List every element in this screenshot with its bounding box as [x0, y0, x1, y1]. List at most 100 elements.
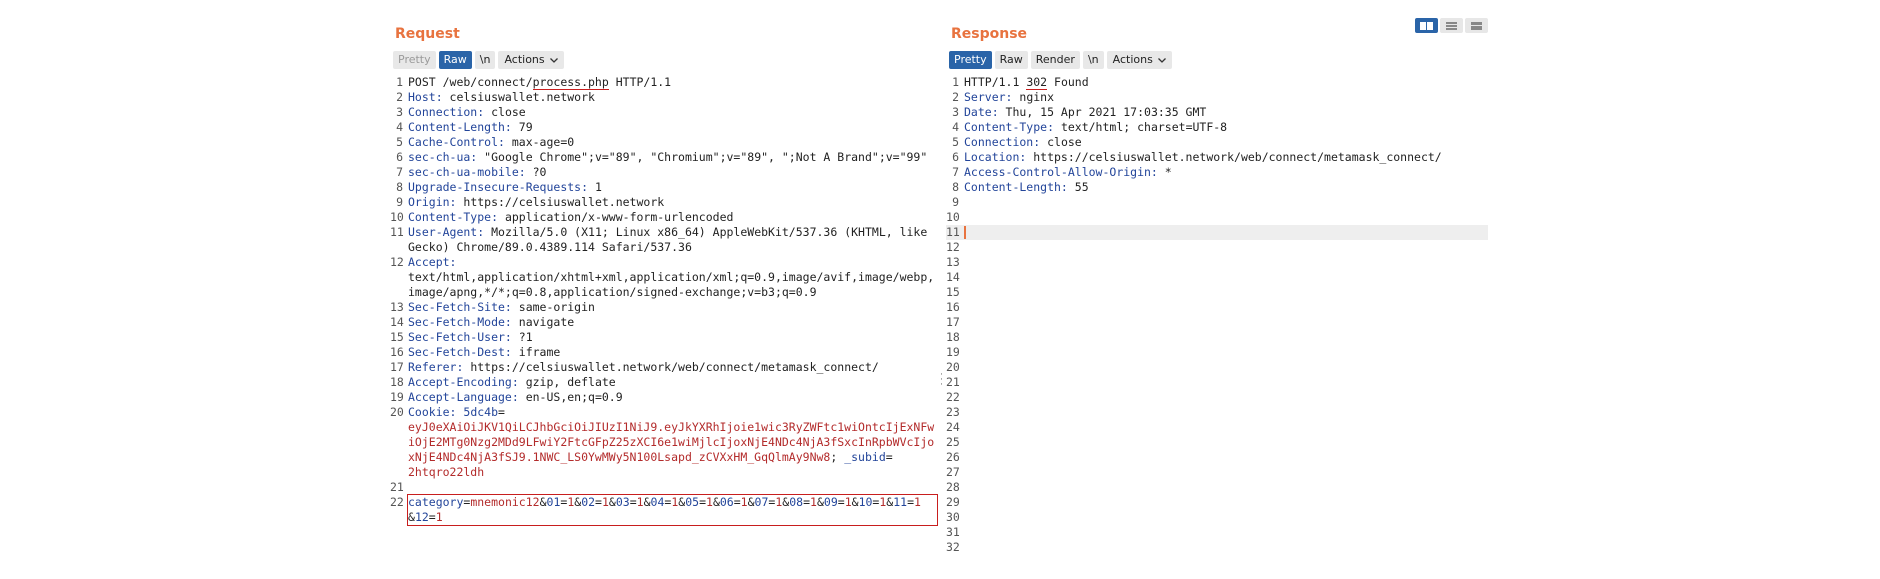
response-tab-newline[interactable]: \n [1082, 51, 1104, 69]
token: Connection: [408, 105, 485, 119]
code-line: 8 Upgrade-Insecure-Requests: 1 [390, 180, 937, 195]
code-line: 13 Sec-Fetch-Site: same-origin [390, 300, 937, 315]
code-line: 14 Sec-Fetch-Mode: navigate [390, 315, 937, 330]
code-line: 27 [946, 465, 1488, 480]
line-number: 12 [390, 255, 404, 269]
token: Accept: [408, 255, 457, 269]
code-line: 9 Origin: https://celsiuswallet.network [390, 195, 937, 210]
token: sec-ch-ua: [408, 150, 478, 164]
code-line: 6 sec-ch-ua: "Google Chrome";v="89", "Chr… [390, 150, 937, 165]
text-cursor [964, 226, 966, 239]
response-tab-render[interactable]: Render [1030, 51, 1080, 69]
line-content: Host: celsiuswallet.network [407, 90, 937, 105]
line-content [963, 255, 1488, 270]
line-content [963, 225, 1488, 240]
line-content [963, 210, 1488, 225]
request-tab-raw[interactable]: Raw [438, 51, 472, 69]
token: = [733, 495, 741, 509]
code-line: 17 Referer: https://celsiuswallet.network… [390, 360, 937, 375]
code-line: 17 [946, 315, 1488, 330]
token: = [629, 495, 637, 509]
response-tab-raw[interactable]: Raw [994, 51, 1028, 69]
token: Sec-Fetch-Site: [408, 300, 512, 314]
response-editor[interactable]: 1 HTTP/1.1 302 Found 2 Server: nginx 3 Date: … [946, 75, 1488, 555]
request-tab-newline[interactable]: \n [474, 51, 496, 69]
line-content [963, 345, 1488, 360]
token: & [747, 495, 755, 509]
token: nginx [1012, 90, 1055, 104]
code-line: 21 [390, 480, 937, 495]
line-number: 25 [946, 435, 960, 449]
token: https://celsiuswallet.network [456, 195, 665, 209]
code-line: 1 HTTP/1.1 302 Found [946, 75, 1488, 90]
line-number: 4 [396, 120, 403, 134]
token: _subid [844, 450, 886, 464]
code-line: 25 [946, 435, 1488, 450]
token: = [428, 510, 436, 524]
response-title: Response [951, 26, 1028, 42]
line-number: 5 [952, 135, 959, 149]
token: en-US,en;q=0.9 [518, 390, 623, 404]
token: Content-Length: [964, 180, 1068, 194]
line-number: 11 [390, 225, 404, 239]
token: 03 [615, 495, 630, 509]
request-toolbar: Pretty Raw \n Actions [393, 51, 564, 69]
line-content: Date: Thu, 15 Apr 2021 17:03:35 GMT [963, 105, 1488, 120]
token: ; [830, 450, 845, 464]
line-number: 21 [946, 375, 960, 389]
highlighted-body: category=mnemonic12&01=1&02=1&03=1&04=1&… [407, 494, 938, 526]
line-number: 30 [946, 510, 960, 524]
request-tab-pretty[interactable]: Pretty [393, 51, 436, 69]
token: application/x-www-form-urlencoded [498, 210, 734, 224]
token: & [608, 495, 616, 509]
http-editor: Request Pretty Raw \n Actions 1 POST /web… [390, 18, 1488, 555]
token: & [643, 495, 651, 509]
line-number: 15 [946, 285, 960, 299]
token: Upgrade-Insecure-Requests: [408, 180, 589, 194]
code-line: 5 Connection: close [946, 135, 1488, 150]
token: = [699, 495, 706, 509]
line-number: 23 [946, 405, 960, 419]
line-number: 18 [390, 375, 404, 389]
line-content: Accept-Encoding: gzip, deflate [407, 375, 937, 390]
token: 07 [754, 495, 769, 509]
token: Cache-Control: [408, 135, 505, 149]
token: 11 [893, 495, 908, 509]
token: Sec-Fetch-User: [408, 330, 512, 344]
splitter-grip-icon: · · · [940, 370, 943, 390]
panel-splitter[interactable]: · · · [937, 18, 946, 555]
code-line: 19 [946, 345, 1488, 360]
line-number: 8 [952, 180, 959, 194]
response-actions-button[interactable]: Actions [1106, 51, 1172, 69]
code-line: 31 [946, 525, 1488, 540]
code-line: 13 [946, 255, 1488, 270]
token: Content-Length: [408, 120, 512, 134]
line-number: 22 [390, 495, 404, 509]
token: 55 [1067, 180, 1089, 194]
token: process.php [532, 75, 609, 90]
line-number: 3 [952, 105, 959, 119]
line-content: sec-ch-ua: "Google Chrome";v="89", "Chro… [407, 150, 937, 165]
token: 1 [810, 495, 817, 509]
line-number: 19 [946, 345, 960, 359]
code-line: 19 Accept-Language: en-US,en;q=0.9 [390, 390, 937, 405]
line-number: 13 [946, 255, 960, 269]
code-line: 21 [946, 375, 1488, 390]
line-content: Location: https://celsiuswallet.network/… [963, 150, 1488, 165]
request-actions-button[interactable]: Actions [498, 51, 564, 69]
request-editor[interactable]: 1 POST /web/connect/process.php HTTP/1.1 2… [390, 75, 938, 555]
line-content [963, 420, 1488, 435]
line-content: Connection: close [963, 135, 1488, 150]
line-number: 5 [396, 135, 403, 149]
code-line: 26 [946, 450, 1488, 465]
line-content: Cookie: 5dc4b= eyJ0eXAiOiJKV1QiLCJhbGciO… [407, 405, 937, 480]
token: 1 [435, 510, 443, 524]
response-tab-pretty[interactable]: Pretty [949, 51, 992, 69]
token: Content-Type: [964, 120, 1055, 134]
token: category [408, 495, 464, 509]
token: text/html,application/xhtml+xml,applicat… [408, 270, 935, 299]
line-content [963, 405, 1488, 420]
line-number: 3 [396, 105, 403, 119]
line-number: 22 [946, 390, 960, 404]
line-content: User-Agent: Mozilla/5.0 (X11; Linux x86_… [407, 225, 937, 255]
